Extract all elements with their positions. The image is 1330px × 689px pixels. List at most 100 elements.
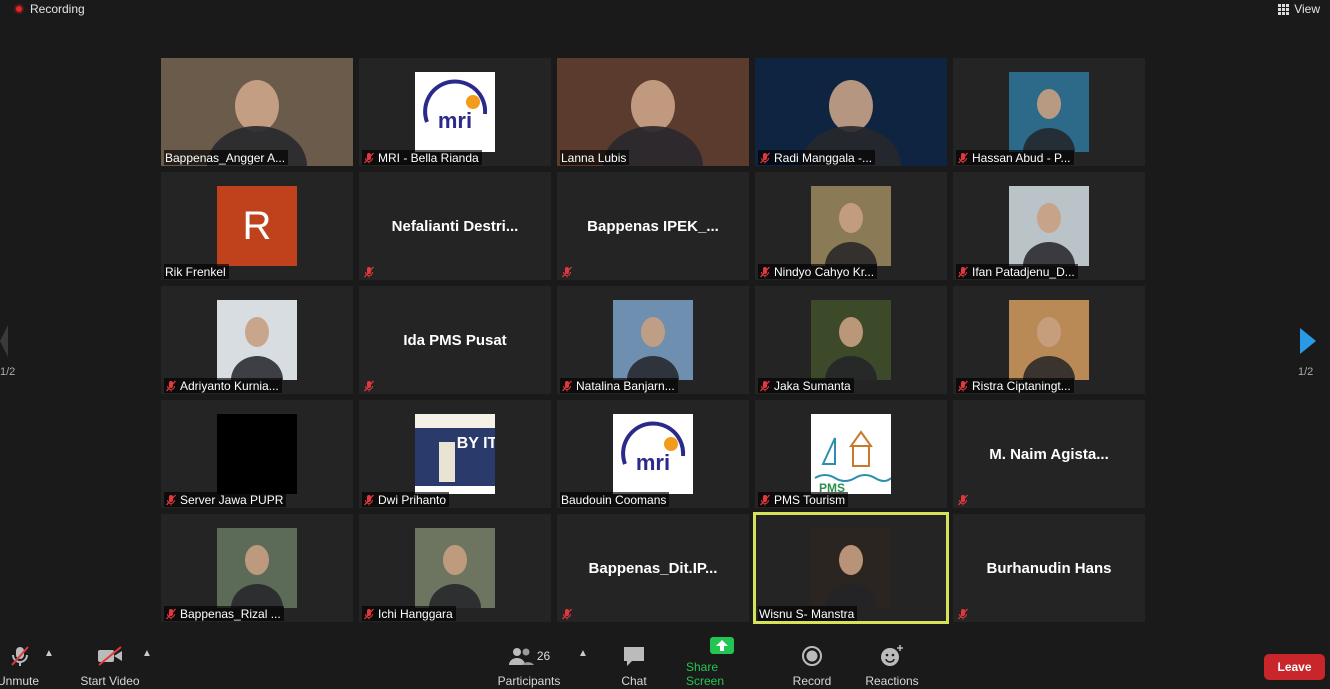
participant-name-tag: Adriyanto Kurnia...: [164, 378, 282, 393]
participant-tile[interactable]: mri Baudouin Coomans: [557, 400, 749, 508]
participant-name: Lanna Lubis: [561, 150, 627, 165]
participants-button[interactable]: 26 Participants: [496, 640, 562, 689]
participant-name-tag: Ichi Hanggara: [362, 606, 456, 621]
participant-name: Server Jawa PUPR: [180, 492, 284, 507]
participant-tile[interactable]: Nindyo Cahyo Kr...: [755, 172, 947, 280]
participant-tile[interactable]: Lanna Lubis: [557, 58, 749, 166]
participant-tile[interactable]: Bappenas_Angger A...: [161, 58, 353, 166]
previous-page-icon[interactable]: [0, 325, 8, 357]
participant-tile[interactable]: Jaka Sumanta: [755, 286, 947, 394]
participant-name: Dwi Prihanto: [378, 492, 447, 507]
participant-tile[interactable]: R Rik Frenkel: [161, 172, 353, 280]
participant-name-tag: [560, 606, 576, 621]
participant-name-tag: Server Jawa PUPR: [164, 492, 287, 507]
participant-display-name: Bappenas_Dit.IP...: [588, 559, 718, 577]
participant-name: MRI - Bella Rianda: [378, 150, 479, 165]
record-button[interactable]: Record: [790, 640, 834, 689]
top-bar: Recording View: [0, 0, 1330, 20]
meeting-toolbar: Unmute ▲ Start Video ▲ 26 Participants ▲: [0, 637, 1330, 689]
participant-photo: [613, 300, 693, 380]
participant-tile[interactable]: Radi Manggala -...: [755, 58, 947, 166]
participant-display-name: Ida PMS Pusat: [403, 331, 507, 349]
start-video-label: Start Video: [80, 674, 140, 688]
next-page-icon[interactable]: [1298, 325, 1318, 357]
byt-poster-image: BY IT: [415, 414, 495, 494]
participant-name-tag: [956, 492, 972, 507]
chat-label: Chat: [621, 674, 647, 688]
participant-name-tag: Wisnu S- Manstra: [758, 606, 858, 621]
participant-tile[interactable]: Wisnu S- Manstra: [753, 512, 949, 624]
participant-tile[interactable]: Burhanudin Hans: [953, 514, 1145, 622]
participant-name: Ristra Ciptaningt...: [972, 378, 1071, 393]
participant-tile[interactable]: Bappenas_Dit.IP...: [557, 514, 749, 622]
participant-photo: [1009, 72, 1089, 152]
participants-options-chevron-icon[interactable]: ▲: [578, 648, 588, 659]
view-label: View: [1294, 2, 1320, 16]
view-button[interactable]: View: [1278, 2, 1320, 16]
participant-tile[interactable]: Ifan Patadjenu_D...: [953, 172, 1145, 280]
participant-name-tag: Bappenas_Angger A...: [164, 150, 289, 165]
audio-options-chevron-icon[interactable]: ▲: [44, 648, 54, 659]
participant-display-name: Burhanudin Hans: [986, 559, 1112, 577]
muted-mic-icon: [364, 266, 374, 277]
participant-tile[interactable]: Adriyanto Kurnia...: [161, 286, 353, 394]
participant-tile[interactable]: Bappenas_Rizal ...: [161, 514, 353, 622]
leave-button[interactable]: Leave: [1264, 654, 1325, 680]
participant-name-tag: Hassan Abud - P...: [956, 150, 1074, 165]
participant-name: Rik Frenkel: [165, 264, 226, 279]
video-options-chevron-icon[interactable]: ▲: [142, 648, 152, 659]
muted-mic-icon: [958, 608, 968, 619]
participant-name: PMS Tourism: [774, 492, 846, 507]
record-label: Record: [792, 674, 832, 688]
muted-mic-icon: [958, 266, 968, 277]
participants-icon: [508, 648, 534, 665]
participant-tile[interactable]: PMS PMS Tourism: [755, 400, 947, 508]
participant-name-tag: PMS Tourism: [758, 492, 849, 507]
participant-tile[interactable]: Ida PMS Pusat: [359, 286, 551, 394]
participant-name-tag: [560, 264, 576, 279]
reactions-button[interactable]: Reactions: [864, 640, 920, 689]
participant-tile[interactable]: mri MRI - Bella Rianda: [359, 58, 551, 166]
participant-tile[interactable]: M. Naim Agista...: [953, 400, 1145, 508]
participant-photo: [415, 528, 495, 608]
participant-tile[interactable]: Hassan Abud - P...: [953, 58, 1145, 166]
participant-tile[interactable]: Nefalianti Destri...: [359, 172, 551, 280]
participant-tile[interactable]: BY IT Dwi Prihanto: [359, 400, 551, 508]
muted-mic-icon: [562, 266, 572, 277]
participant-photo: [217, 528, 297, 608]
muted-mic-icon: [166, 380, 176, 391]
video-gallery: Bappenas_Angger A... mri MRI - Bella Riand…: [161, 58, 1147, 624]
participant-tile[interactable]: Ichi Hanggara: [359, 514, 551, 622]
muted-mic-icon: [760, 152, 770, 163]
participants-label: Participants: [497, 674, 561, 688]
participant-tile[interactable]: Bappenas IPEK_...: [557, 172, 749, 280]
muted-mic-icon: [958, 380, 968, 391]
participant-photo: [217, 300, 297, 380]
share-screen-button[interactable]: Share Screen: [686, 637, 758, 689]
muted-mic-icon: [562, 380, 572, 391]
recording-indicator[interactable]: Recording: [14, 2, 85, 16]
muted-microphone-icon: [11, 646, 29, 666]
participant-tile[interactable]: Natalina Banjarn...: [557, 286, 749, 394]
participant-tile[interactable]: Ristra Ciptaningt...: [953, 286, 1145, 394]
chat-button[interactable]: Chat: [614, 640, 654, 689]
participant-tile[interactable]: Server Jawa PUPR: [161, 400, 353, 508]
participant-display-name: Nefalianti Destri...: [391, 217, 519, 235]
muted-mic-icon: [364, 152, 374, 163]
participant-photo: [811, 300, 891, 380]
chat-icon: [624, 647, 644, 666]
participant-name-tag: Dwi Prihanto: [362, 492, 450, 507]
participant-name: Bappenas_Rizal ...: [180, 606, 281, 621]
participant-name-tag: Ifan Patadjenu_D...: [956, 264, 1078, 279]
page-indicator-right: 1/2: [1298, 366, 1314, 378]
participant-name-tag: Natalina Banjarn...: [560, 378, 678, 393]
svg-text:mri: mri: [636, 450, 670, 475]
participant-name-tag: Nindyo Cahyo Kr...: [758, 264, 878, 279]
unmute-button[interactable]: Unmute: [0, 640, 40, 689]
participant-name: Nindyo Cahyo Kr...: [774, 264, 875, 279]
participant-name-tag: [362, 264, 378, 279]
participant-name-tag: Rik Frenkel: [164, 264, 229, 279]
muted-mic-icon: [760, 494, 770, 505]
participant-name: Ichi Hanggara: [378, 606, 453, 621]
start-video-button[interactable]: Start Video: [78, 640, 142, 689]
